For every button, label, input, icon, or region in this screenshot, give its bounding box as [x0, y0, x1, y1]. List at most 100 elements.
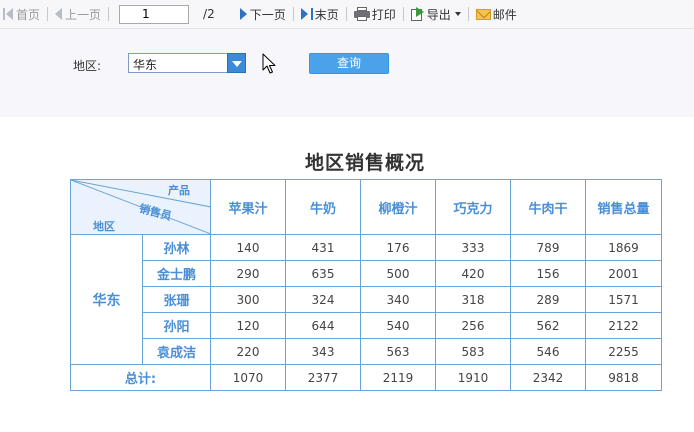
- region-select-value: 华东: [133, 58, 158, 72]
- sales-report-table: 产品 销售员 地区 苹果汁 牛奶 柳橙汁 巧克力 牛肉干 销售总量 华东 孙林 …: [70, 179, 662, 391]
- total-cell: 1070: [210, 364, 286, 391]
- print-button[interactable]: 打印: [351, 0, 399, 28]
- row-total-cell: 2001: [585, 260, 662, 287]
- row-total-cell: 2255: [585, 338, 662, 365]
- value-cell: 563: [360, 338, 436, 365]
- table-header-row: 产品 销售员 地区 苹果汁 牛奶 柳橙汁 巧克力 牛肉干 销售总量: [70, 179, 662, 235]
- salesperson-cell: 金士鹏: [142, 260, 211, 287]
- first-page-icon: [3, 8, 5, 20]
- column-header: 苹果汁: [210, 179, 286, 235]
- column-header: 销售总量: [585, 179, 662, 235]
- prev-page-button[interactable]: 上一页: [52, 0, 104, 28]
- toolbar-divider: [108, 7, 110, 21]
- grand-total-cell: 9818: [585, 364, 662, 391]
- value-cell: 789: [510, 234, 586, 261]
- report-toolbar: 首页 上一页 /2 下一页 末页 打印 导出 邮件: [0, 0, 694, 29]
- first-page-label: 首页: [16, 7, 41, 22]
- report-title: 地区销售概况: [304, 152, 425, 174]
- mail-button[interactable]: 邮件: [473, 0, 520, 28]
- toolbar-divider: [47, 7, 49, 21]
- value-cell: 583: [435, 338, 511, 365]
- page-total: /2: [203, 7, 215, 21]
- value-cell: 176: [360, 234, 436, 261]
- last-page-button[interactable]: 末页: [298, 0, 342, 28]
- corner-label-product: 产品: [168, 184, 190, 197]
- region-label: 地区:: [73, 59, 102, 73]
- column-header: 牛肉干: [510, 179, 586, 235]
- mouse-cursor-icon: [262, 53, 276, 74]
- query-button[interactable]: 查询: [309, 53, 389, 74]
- toolbar-divider: [345, 7, 347, 21]
- total-cell: 2119: [360, 364, 436, 391]
- value-cell: 431: [285, 234, 361, 261]
- value-cell: 340: [360, 286, 436, 313]
- value-cell: 300: [210, 286, 286, 313]
- total-label-cell: 总计:: [70, 364, 211, 391]
- value-cell: 546: [510, 338, 586, 365]
- last-page-icon: [310, 8, 313, 20]
- column-header: 柳橙汁: [360, 179, 436, 235]
- total-cell: 2342: [510, 364, 586, 391]
- column-header: 巧克力: [435, 179, 511, 235]
- export-button[interactable]: 导出: [408, 0, 464, 28]
- value-cell: 256: [435, 312, 511, 339]
- printer-icon: [353, 7, 370, 21]
- salesperson-cell: 孙林: [142, 234, 211, 261]
- first-page-arrow-icon: [6, 8, 13, 20]
- mail-icon: [475, 8, 491, 20]
- first-page-button[interactable]: 首页: [0, 0, 43, 28]
- diagonal-header-cell: 产品 销售员 地区: [70, 179, 211, 235]
- table-row: 孙阳 120 644 540 256 562 2122: [71, 312, 662, 339]
- value-cell: 343: [285, 338, 361, 365]
- value-cell: 289: [510, 286, 586, 313]
- export-label: 导出: [426, 7, 451, 22]
- table-row: 华东 孙林 140 431 176 333 789 1869: [70, 234, 662, 365]
- value-cell: 644: [285, 312, 361, 339]
- value-cell: 333: [435, 234, 511, 261]
- salesperson-cell: 孙阳: [142, 312, 211, 339]
- prev-page-label: 上一页: [65, 7, 102, 22]
- table-row: 金士鹏 290 635 500 420 156 2001: [71, 260, 662, 287]
- last-page-arrow-icon: [300, 8, 308, 20]
- value-cell: 140: [210, 234, 286, 261]
- value-cell: 156: [510, 260, 586, 287]
- table-row: 袁成洁 220 343 563 583 546 2255: [71, 338, 662, 365]
- row-total-cell: 2122: [585, 312, 662, 339]
- toolbar-divider: [292, 7, 294, 21]
- query-panel: 地区: 华东 查询: [0, 29, 694, 117]
- salesperson-cell: 张珊: [142, 286, 211, 313]
- value-cell: 500: [360, 260, 436, 287]
- region-cell: 华东: [70, 234, 143, 365]
- salesperson-cell: 袁成洁: [142, 338, 211, 365]
- value-cell: 562: [510, 312, 586, 339]
- mail-label: 邮件: [492, 7, 517, 22]
- value-cell: 318: [435, 286, 511, 313]
- row-total-cell: 1869: [585, 234, 662, 261]
- next-page-icon: [239, 8, 247, 20]
- value-cell: 324: [285, 286, 361, 313]
- column-header: 牛奶: [285, 179, 361, 235]
- corner-label-region: 地区: [93, 220, 115, 233]
- print-label: 打印: [371, 7, 396, 22]
- value-cell: 120: [210, 312, 286, 339]
- export-icon: [410, 7, 425, 21]
- page-number-input[interactable]: [119, 4, 190, 24]
- value-cell: 420: [435, 260, 511, 287]
- value-cell: 635: [285, 260, 361, 287]
- prev-page-icon: [55, 8, 63, 20]
- last-page-label: 末页: [314, 7, 339, 22]
- toolbar-divider: [402, 7, 404, 21]
- total-row: 总计: 1070 2377 2119 1910 2342 9818: [70, 364, 662, 391]
- table-row: 张珊 300 324 340 318 289 1571: [71, 286, 662, 313]
- value-cell: 290: [210, 260, 286, 287]
- next-page-label: 下一页: [249, 7, 286, 22]
- value-cell: 220: [210, 338, 286, 365]
- row-total-cell: 1571: [585, 286, 662, 313]
- region-dropdown-button[interactable]: [227, 53, 246, 73]
- value-cell: 540: [360, 312, 436, 339]
- total-cell: 1910: [435, 364, 511, 391]
- next-page-button[interactable]: 下一页: [237, 0, 289, 28]
- total-cell: 2377: [285, 364, 361, 391]
- toolbar-divider: [467, 7, 469, 21]
- region-select[interactable]: 华东: [128, 53, 246, 73]
